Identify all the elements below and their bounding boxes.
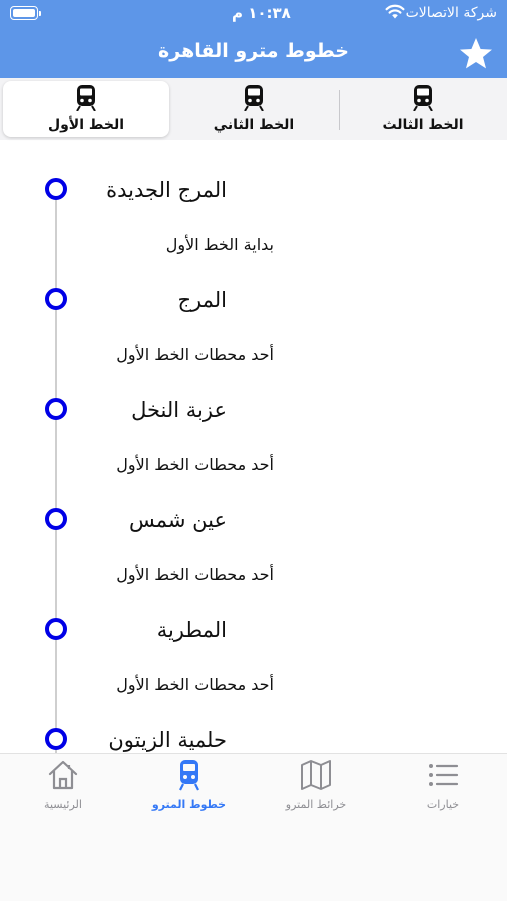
battery-icon: [10, 6, 41, 20]
station-name: حلمية الزيتون: [108, 728, 227, 752]
station-description: أحد محطات الخط الأول: [116, 345, 274, 364]
station-description: أحد محطات الخط الأول: [116, 565, 274, 584]
star-icon[interactable]: [458, 36, 494, 72]
tabbar-label: خيارات: [426, 798, 460, 811]
train-icon: [413, 85, 433, 111]
station-name: المرج: [177, 288, 227, 312]
tabbar-item-metro-maps[interactable]: خرائط المترو: [253, 754, 379, 816]
station-item[interactable]: حلمية الزيتون: [0, 700, 507, 753]
page-title: خطوط مترو القاهرة: [158, 40, 349, 62]
station-name: عزبة النخل: [131, 398, 227, 422]
tab-line-2[interactable]: الخط الثاني: [171, 81, 337, 137]
tab-bar: الرئيسية خطوط المترو خرائط المترو خيارات: [0, 753, 507, 901]
station-item[interactable]: عزبة النخل أحد محطات الخط الأول: [0, 370, 507, 480]
wifi-icon: [385, 4, 405, 19]
station-dot-icon: [45, 728, 67, 750]
tabbar-item-metro-lines[interactable]: خطوط المترو: [126, 754, 252, 816]
station-item[interactable]: عين شمس أحد محطات الخط الأول: [0, 480, 507, 590]
navigation-bar: خطوط مترو القاهرة: [0, 30, 507, 78]
station-description: بداية الخط الأول: [165, 235, 274, 254]
tab-label: الخط الأول: [47, 117, 125, 133]
station-dot-icon: [45, 508, 67, 530]
map-icon: [301, 760, 331, 790]
tab-label: الخط الثالث: [382, 117, 464, 133]
train-icon: [244, 85, 264, 111]
station-item[interactable]: المرج أحد محطات الخط الأول: [0, 260, 507, 370]
station-list[interactable]: المرج الجديدة بداية الخط الأول المرج أحد…: [0, 140, 507, 753]
station-name: المطرية: [156, 618, 227, 642]
station-item[interactable]: المرج الجديدة بداية الخط الأول: [0, 150, 507, 260]
tabbar-label: خطوط المترو: [151, 798, 227, 811]
clock-time: ١٠:٣٨ م: [232, 4, 291, 22]
tabbar-item-options[interactable]: خيارات: [380, 754, 506, 816]
list-icon: [429, 764, 459, 786]
station-dot-icon: [45, 398, 67, 420]
station-dot-icon: [45, 178, 67, 200]
station-name: عين شمس: [128, 508, 227, 532]
station-description: أحد محطات الخط الأول: [116, 675, 274, 694]
tabbar-label: الرئيسية: [44, 798, 82, 811]
station-dot-icon: [45, 288, 67, 310]
tabbar-item-home[interactable]: الرئيسية: [0, 754, 126, 816]
carrier-label: شركة الاتصالات: [405, 5, 497, 21]
tab-label: الخط الثاني: [213, 117, 295, 133]
tabbar-label: خرائط المترو: [285, 798, 347, 811]
station-description: أحد محطات الخط الأول: [116, 455, 274, 474]
train-icon: [179, 760, 199, 791]
tab-line-3[interactable]: الخط الثالث: [340, 81, 506, 137]
station-dot-icon: [45, 618, 67, 640]
home-icon: [48, 760, 78, 790]
station-name: المرج الجديدة: [106, 178, 227, 202]
line-tabs: الخط الأول الخط الثاني الخط الثالث: [0, 78, 507, 140]
status-bar: شركة الاتصالات ١٠:٣٨ م: [0, 0, 507, 30]
train-icon: [76, 85, 96, 111]
tab-line-1[interactable]: الخط الأول: [3, 81, 169, 137]
station-item[interactable]: المطرية أحد محطات الخط الأول: [0, 590, 507, 700]
